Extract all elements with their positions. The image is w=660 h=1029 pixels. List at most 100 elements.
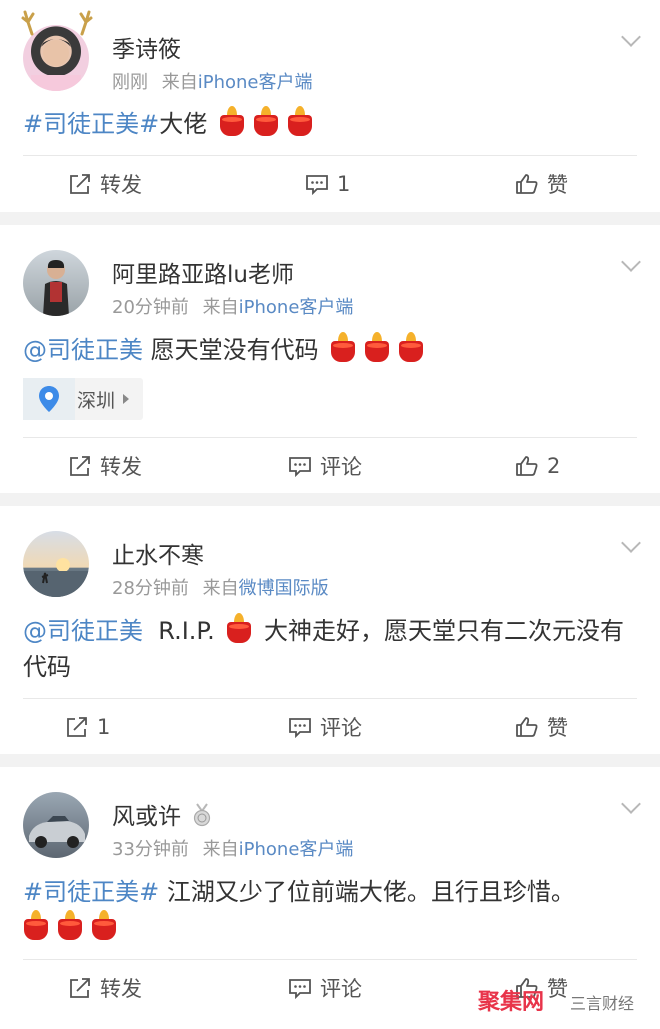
post-2: 阿里路亚路lu老师 20分钟前 来自iPhone客户端 @司徒正美 愿天堂没有代…: [0, 225, 660, 493]
like-label: 赞: [547, 173, 568, 197]
comment-button[interactable]: 评论: [288, 960, 362, 1016]
post-meta: 刚刚 来自iPhone客户端: [112, 68, 313, 94]
share-icon: [70, 174, 90, 194]
medal-badge-icon: [194, 803, 211, 827]
watermark-sub: 三言财经: [570, 994, 635, 1013]
candle-emoji-icon: [219, 106, 245, 136]
action-bar: 转发 评论 赞: [23, 959, 637, 1015]
comment-button[interactable]: 评论: [288, 699, 362, 755]
post-source[interactable]: iPhone客户端: [198, 72, 313, 93]
chevron-down-icon[interactable]: [621, 794, 641, 814]
post-body: 大佬: [159, 110, 208, 138]
action-bar: 转发 1 赞: [23, 155, 637, 211]
like-label: 赞: [547, 977, 568, 1001]
post-body: 愿天堂没有代码: [143, 336, 319, 364]
post-source[interactable]: iPhone客户端: [239, 839, 354, 860]
arrow-right-icon: [123, 394, 130, 404]
username[interactable]: 阿里路亚路lu老师: [112, 255, 294, 289]
post-1: 季诗筱 刚刚 来自iPhone客户端 #司徒正美#大佬 转发 1 赞: [0, 0, 660, 212]
candle-emoji-icon: [253, 106, 279, 136]
avatar[interactable]: [23, 250, 89, 316]
candle-emoji-icon: [287, 106, 313, 136]
mention-link[interactable]: @司徒正美: [23, 336, 143, 364]
like-button[interactable]: 2: [515, 438, 560, 494]
hashtag-link[interactable]: #司徒正美#: [23, 878, 159, 906]
repost-label: 转发: [100, 977, 142, 1001]
post-source[interactable]: iPhone客户端: [239, 297, 354, 318]
post-time: 20分钟前: [112, 297, 189, 318]
comment-icon: [306, 175, 328, 196]
candle-emoji-icon: [330, 332, 356, 362]
from-label: 来自: [202, 578, 239, 599]
repost-count: 1: [97, 715, 111, 739]
candle-emoji-icon: [398, 332, 424, 362]
post-time: 28分钟前: [112, 578, 189, 599]
candle-emoji-icon: [364, 332, 390, 362]
candle-emoji-icon: [226, 613, 252, 643]
comment-icon: [289, 457, 311, 478]
comment-label: 评论: [320, 977, 362, 1001]
like-label: 赞: [547, 716, 568, 740]
watermark-brand: 聚集网: [478, 990, 545, 1015]
hashtag-link[interactable]: #司徒正美#: [23, 110, 159, 138]
username[interactable]: 风或许: [112, 797, 212, 831]
candle-emoji-icon: [57, 910, 83, 940]
post-text: @司徒正美 R.I.P. 大神走好，愿天堂只有二次元没有代码: [23, 613, 640, 685]
from-label: 来自: [202, 839, 239, 860]
post-3: 止水不寒 28分钟前 来自微博国际版 @司徒正美 R.I.P. 大神走好，愿天堂…: [0, 506, 660, 754]
username[interactable]: 季诗筱: [112, 30, 181, 64]
location-tag[interactable]: 深圳: [23, 378, 143, 420]
post-meta: 33分钟前 来自iPhone客户端: [112, 835, 353, 861]
repost-label: 转发: [100, 173, 142, 197]
post-time: 刚刚: [112, 72, 148, 93]
post-4: 风或许 33分钟前 来自iPhone客户端 #司徒正美# 江湖又少了位前端大佬。…: [0, 767, 660, 1029]
share-icon: [67, 717, 87, 737]
avatar[interactable]: [23, 531, 89, 597]
thumbs-up-icon: [516, 456, 538, 476]
comment-icon: [289, 979, 311, 1000]
comment-label: 评论: [320, 455, 362, 479]
like-button[interactable]: 赞: [515, 699, 568, 755]
chevron-down-icon[interactable]: [621, 533, 641, 553]
action-bar: 转发 评论 2: [23, 437, 637, 493]
comment-button[interactable]: 1: [305, 156, 350, 212]
chevron-down-icon[interactable]: [621, 252, 641, 272]
comment-label: 评论: [320, 716, 362, 740]
post-time: 33分钟前: [112, 839, 189, 860]
post-meta: 28分钟前 来自微博国际版: [112, 574, 329, 600]
thumbs-up-icon: [516, 174, 538, 194]
repost-label: 转发: [100, 455, 142, 479]
thumbs-up-icon: [516, 717, 538, 737]
mention-link[interactable]: @司徒正美: [23, 617, 143, 645]
comment-icon: [289, 718, 311, 739]
repost-button[interactable]: 转发: [68, 156, 142, 212]
comment-count: 1: [337, 172, 351, 196]
share-icon: [70, 456, 90, 476]
repost-button[interactable]: 转发: [68, 438, 142, 494]
comment-button[interactable]: 评论: [288, 438, 362, 494]
action-bar: 1 评论 赞: [23, 698, 637, 754]
like-count: 2: [547, 454, 561, 478]
username[interactable]: 止水不寒: [112, 536, 204, 570]
antler-decoration-icon: [21, 10, 93, 36]
like-button[interactable]: 赞: [515, 156, 568, 212]
share-icon: [70, 978, 90, 998]
location-label: 深圳: [77, 389, 116, 412]
from-label: 来自: [161, 72, 198, 93]
candle-emoji-icon: [91, 910, 117, 940]
post-source[interactable]: 微博国际版: [239, 578, 329, 599]
repost-button[interactable]: 1: [65, 699, 110, 755]
post-text-rip: R.I.P.: [143, 617, 215, 645]
chevron-down-icon[interactable]: [621, 27, 641, 47]
candle-emoji-icon: [23, 910, 49, 940]
repost-button[interactable]: 转发: [68, 960, 142, 1016]
post-text: @司徒正美 愿天堂没有代码: [23, 332, 640, 368]
post-body: 江湖又少了位前端大佬。且行且珍惜。: [159, 878, 575, 906]
avatar[interactable]: [23, 792, 89, 858]
from-label: 来自: [202, 297, 239, 318]
post-text: #司徒正美#大佬: [23, 106, 640, 142]
username-text: 风或许: [112, 804, 181, 830]
location-pin-icon: [23, 378, 75, 420]
post-meta: 20分钟前 来自iPhone客户端: [112, 293, 353, 319]
post-text: #司徒正美# 江湖又少了位前端大佬。且行且珍惜。: [23, 874, 640, 946]
